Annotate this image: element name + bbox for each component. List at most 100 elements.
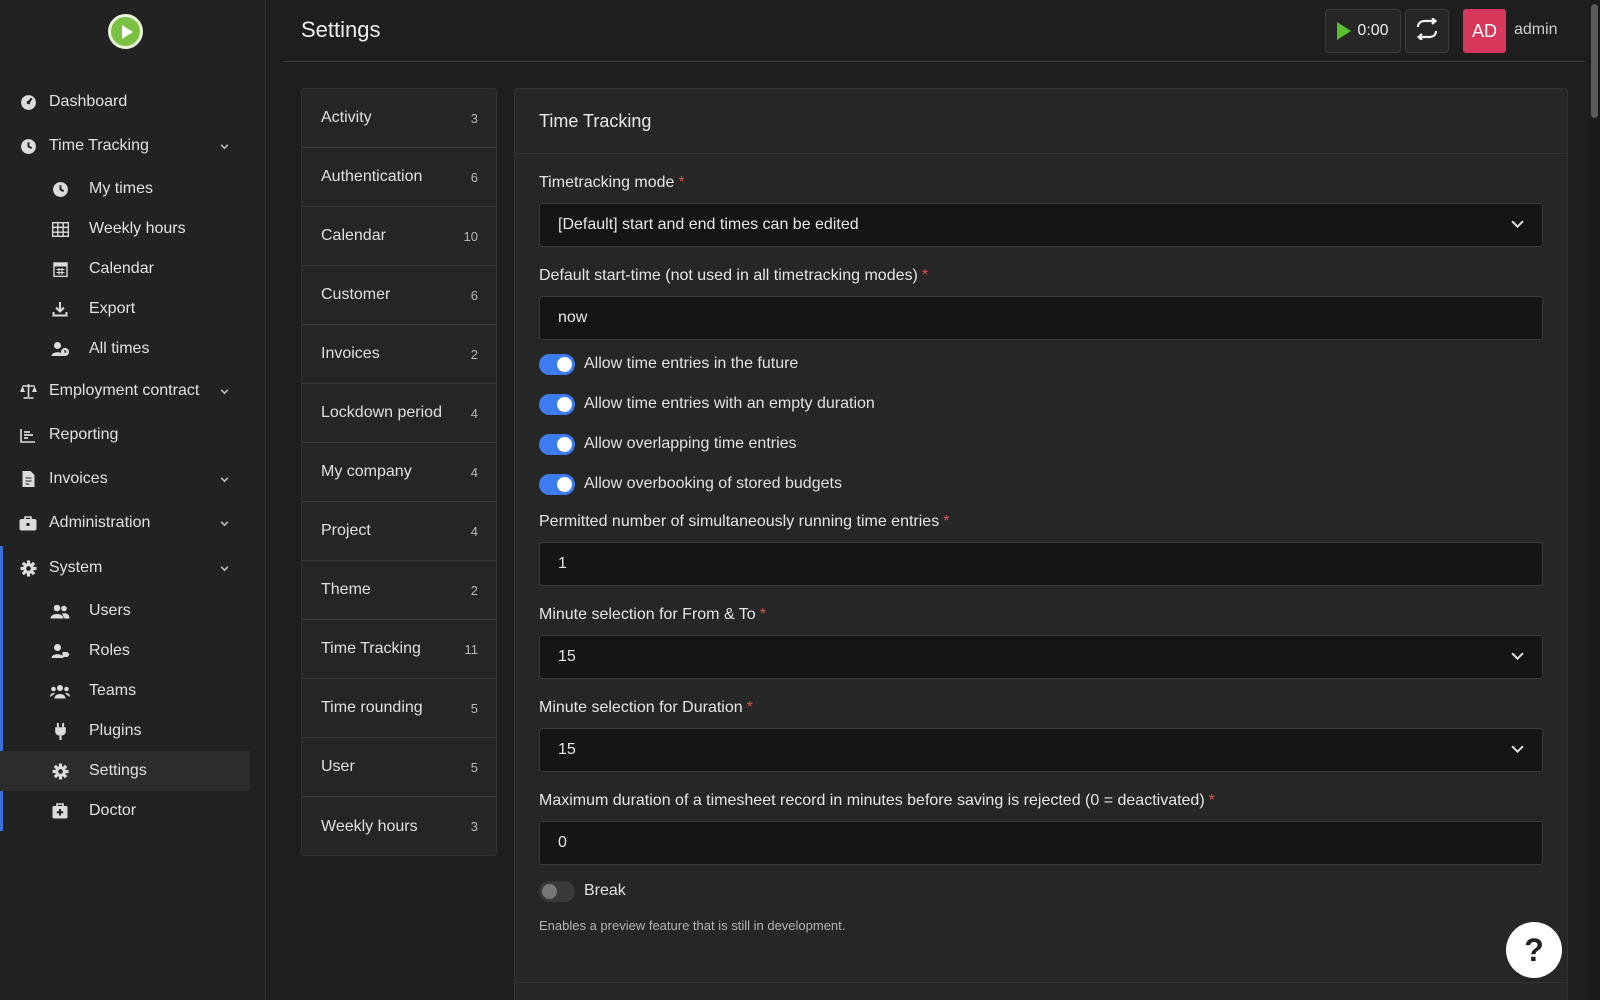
label-text: Minute selection for From & To <box>539 606 756 623</box>
max-duration-input[interactable]: 0 <box>539 821 1543 865</box>
chevron-down-icon <box>219 472 230 490</box>
sidebar-item-settings[interactable]: Settings <box>0 751 250 791</box>
sidebar-item-plugins[interactable]: Plugins <box>0 711 250 751</box>
required-marker: * <box>759 606 766 623</box>
category-count: 2 <box>470 346 478 362</box>
sidebar-item-label: Time Tracking <box>49 137 149 154</box>
category-item-customer[interactable]: Customer 6 <box>302 266 496 325</box>
timer-start-button[interactable]: 0:00 <box>1325 9 1401 53</box>
category-item-time-tracking[interactable]: Time Tracking 11 <box>302 620 496 679</box>
default-start-time-label: Default start-time (not used in all time… <box>539 267 928 285</box>
toggle-label: Break <box>584 882 626 899</box>
category-item-time-rounding[interactable]: Time rounding 5 <box>302 679 496 738</box>
required-marker: * <box>746 699 753 716</box>
sidebar-item-roles[interactable]: Roles <box>0 631 250 671</box>
category-item-lockdown-period[interactable]: Lockdown period 4 <box>302 384 496 443</box>
scrollbar-thumb[interactable] <box>1591 4 1598 118</box>
category-item-weekly-hours[interactable]: Weekly hours 3 <box>302 797 496 856</box>
balance-scale-icon <box>18 381 38 401</box>
sidebar-item-label: Calendar <box>89 260 154 277</box>
sidebar-item-label: Weekly hours <box>89 220 186 237</box>
sync-button[interactable] <box>1405 9 1449 53</box>
toggle-label: Allow time entries in the future <box>584 355 799 372</box>
chevron-down-icon <box>219 561 230 579</box>
minute-from-to-select[interactable]: 15 <box>539 635 1543 679</box>
label-text: Default start-time (not used in all time… <box>539 267 918 284</box>
category-item-theme[interactable]: Theme 2 <box>302 561 496 620</box>
sidebar-item-employment-contract[interactable]: Employment contract <box>0 371 250 411</box>
settings-panel: Time Tracking Timetracking mode * [Defaul… <box>514 88 1568 1000</box>
timetracking-mode-select[interactable]: [Default] start and end times can be edi… <box>539 203 1543 247</box>
sidebar-item-administration[interactable]: Administration <box>0 503 250 543</box>
toggle-overlapping-entries[interactable] <box>539 433 575 455</box>
bar-chart-icon <box>18 425 38 445</box>
category-label: Invoices <box>321 345 380 362</box>
page-scrollbar[interactable] <box>1589 0 1600 1000</box>
sidebar-item-system[interactable]: System <box>0 548 250 588</box>
username-label[interactable]: admin <box>1514 21 1558 39</box>
category-count: 3 <box>470 819 478 834</box>
timetracking-mode-label: Timetracking mode * <box>539 174 685 192</box>
category-item-activity[interactable]: Activity 3 <box>302 89 496 148</box>
label-text: Maximum duration of a timesheet record i… <box>539 792 1205 809</box>
minute-duration-label: Minute selection for Duration * <box>539 699 753 717</box>
team-icon <box>50 681 70 701</box>
sidebar-item-users[interactable]: Users <box>0 591 250 631</box>
page-title: Settings <box>301 17 381 42</box>
minute-from-to-label: Minute selection for From & To * <box>539 606 766 624</box>
toggle-future-entries[interactable] <box>539 353 575 375</box>
sidebar-item-label: Roles <box>89 642 130 659</box>
category-label: User <box>321 758 355 775</box>
category-item-calendar[interactable]: Calendar 10 <box>302 207 496 266</box>
sidebar-item-export[interactable]: Export <box>0 289 250 329</box>
required-marker: * <box>943 513 950 530</box>
category-item-authentication[interactable]: Authentication 6 <box>302 148 496 207</box>
toggle-knob <box>557 436 572 452</box>
running-entries-label: Permitted number of simultaneously runni… <box>539 513 949 531</box>
required-marker: * <box>678 174 685 191</box>
toggle-overbooking-budgets[interactable] <box>539 473 575 495</box>
avatar[interactable]: AD <box>1463 9 1506 53</box>
minute-duration-select[interactable]: 15 <box>539 728 1543 772</box>
sidebar-item-calendar[interactable]: Calendar <box>0 249 250 289</box>
app-logo-icon[interactable] <box>108 14 143 49</box>
break-help-text: Enables a preview feature that is still … <box>539 918 846 933</box>
category-item-user[interactable]: User 5 <box>302 738 496 797</box>
chevron-down-icon <box>1511 741 1524 759</box>
chevron-down-icon <box>219 139 230 157</box>
help-button[interactable]: ? <box>1506 922 1562 978</box>
running-entries-input[interactable]: 1 <box>539 542 1543 586</box>
max-duration-label: Maximum duration of a timesheet record i… <box>539 792 1215 810</box>
category-count: 4 <box>470 523 478 539</box>
default-start-time-input[interactable]: now <box>539 296 1543 340</box>
toolbox-icon <box>18 513 38 533</box>
category-label: Customer <box>321 286 391 303</box>
category-count: 4 <box>470 405 478 421</box>
sidebar-item-time-tracking[interactable]: Time Tracking <box>0 126 250 166</box>
toggle-break[interactable] <box>539 880 575 902</box>
select-value: 15 <box>558 648 576 665</box>
sidebar-item-teams[interactable]: Teams <box>0 671 250 711</box>
sidebar-item-all-times[interactable]: All times <box>0 329 250 369</box>
sidebar-item-invoices[interactable]: Invoices <box>0 459 250 499</box>
calendar-icon <box>50 259 70 279</box>
category-item-project[interactable]: Project 4 <box>302 502 496 561</box>
sidebar-item-label: Dashboard <box>49 93 128 110</box>
sidebar-item-reporting[interactable]: Reporting <box>0 415 250 455</box>
sidebar-item-dashboard[interactable]: Dashboard <box>0 82 250 122</box>
category-count: 3 <box>470 110 478 126</box>
category-item-invoices[interactable]: Invoices 2 <box>302 325 496 384</box>
toggle-row-future: Allow time entries in the future <box>539 352 798 376</box>
sidebar-item-weekly-hours[interactable]: Weekly hours <box>0 209 250 249</box>
toggle-empty-duration[interactable] <box>539 393 575 415</box>
category-item-my-company[interactable]: My company 4 <box>302 443 496 502</box>
chevron-down-icon <box>219 516 230 534</box>
sidebar-item-my-times[interactable]: My times <box>0 169 250 209</box>
select-value: 15 <box>558 741 576 758</box>
sidebar-item-label: Reporting <box>49 426 119 443</box>
sidebar-item-doctor[interactable]: Doctor <box>0 791 250 831</box>
toggle-row-overlapping: Allow overlapping time entries <box>539 432 797 456</box>
input-value: 0 <box>558 834 567 851</box>
category-count: 6 <box>470 169 478 185</box>
category-count: 6 <box>470 287 478 303</box>
